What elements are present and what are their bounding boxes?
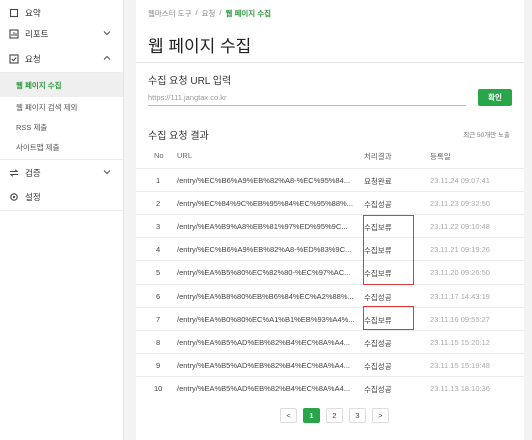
- chevron-down-icon: [103, 170, 111, 175]
- page-button-3[interactable]: 3: [349, 408, 366, 423]
- sidebar-item-label: 검증: [25, 168, 41, 178]
- report-icon: [8, 29, 19, 40]
- chevron-up-icon: [103, 55, 111, 60]
- sidebar-item-label: 리포트: [25, 29, 49, 39]
- row-date: 23.11.17 14:43:19: [430, 292, 490, 301]
- row-date: 23.11.15 15:19:48: [430, 361, 490, 370]
- column-header: No: [154, 151, 164, 160]
- sidebar: 요약 리포트 요청 웹 페이지 수집 웹 페이지 검색 제외 RSS 제출 사이…: [0, 0, 124, 440]
- row-number: 5: [156, 268, 161, 277]
- table-row: 1 /entry/%EC%B6%A9%EB%82%A8-%EC%95%84...…: [136, 168, 524, 191]
- sidebar-item-label: 요청: [25, 54, 41, 64]
- sidebar-item-verify[interactable]: 검증: [0, 160, 123, 186]
- row-url[interactable]: /entry/%EA%B5%AD%EB%82%B4%EC%8A%A4...: [177, 338, 355, 347]
- row-number: 3: [156, 222, 161, 231]
- sidebar-subitem-sitemap[interactable]: 사이트맵 제출: [0, 135, 123, 159]
- sidebar-item-request[interactable]: 요청: [0, 46, 123, 72]
- row-date: 23.11.24 09:07:41: [430, 176, 490, 185]
- row-number: 6: [156, 292, 161, 301]
- column-header: 등록일: [430, 152, 451, 161]
- table-row: 5 /entry/%EA%B5%80%EC%82%80-%EC%97%AC...…: [136, 260, 524, 283]
- row-number: 8: [156, 338, 161, 347]
- row-date: 23.11.15 15:20:12: [430, 338, 490, 347]
- row-number: 4: [156, 245, 161, 254]
- table-row: 7 /entry/%EA%B0%80%EC%A1%B1%EB%93%A4%...…: [136, 307, 524, 330]
- confirm-button[interactable]: 확인: [478, 89, 512, 106]
- row-date: 23.11.23 09:32:50: [430, 199, 490, 208]
- table-row: 10 /entry/%EA%B5%AD%EB%82%B4%EC%8A%A4...…: [136, 376, 524, 399]
- row-status: 수집성공: [364, 200, 392, 209]
- breadcrumb: 웹마스터 도구 / 요청 / 웹 페이지 수집: [148, 8, 271, 19]
- row-url[interactable]: /entry/%EA%B5%AD%EB%82%B4%EC%8A%A4...: [177, 361, 355, 370]
- row-date: 23.11.21 09:19:26: [430, 245, 490, 254]
- highlight-box: [363, 306, 414, 330]
- verify-icon: [8, 168, 19, 179]
- results-note: 최근 50개만 노출: [463, 132, 510, 139]
- column-header: 처리결과: [364, 152, 392, 161]
- row-status: 수집성공: [364, 293, 392, 302]
- results-title: 수집 요청 결과: [148, 131, 209, 142]
- highlight-box: [363, 215, 414, 285]
- table-header: No URL 처리결과 등록일: [136, 148, 524, 166]
- page-button-2[interactable]: 2: [326, 408, 343, 423]
- table-row: 6 /entry/%EA%B8%80%EB%B6%84%EC%A2%88%...…: [136, 284, 524, 307]
- sidebar-item-settings[interactable]: 설정: [0, 184, 123, 210]
- row-status: 수집성공: [364, 339, 392, 348]
- row-number: 2: [156, 199, 161, 208]
- breadcrumb-separator: /: [195, 8, 198, 17]
- row-status: 요청완료: [364, 177, 392, 186]
- breadcrumb-item[interactable]: 웹마스터 도구: [148, 8, 191, 19]
- row-url[interactable]: /entry/%EA%B8%80%EB%B6%84%EC%A2%88%...: [177, 292, 355, 301]
- row-url[interactable]: /entry/%EA%B9%A8%EB%81%97%ED%95%9C...: [177, 222, 355, 231]
- prev-page-button[interactable]: <: [280, 408, 297, 423]
- page-button-1[interactable]: 1: [303, 408, 320, 423]
- sidebar-item-report[interactable]: 리포트: [0, 21, 123, 47]
- row-number: 7: [156, 315, 161, 324]
- row-number: 10: [154, 384, 163, 393]
- row-status: 수집성공: [364, 385, 392, 394]
- row-url[interactable]: /entry/%EC%84%9C%EB%95%84%EC%95%88%...: [177, 199, 355, 208]
- gear-icon: [8, 192, 19, 203]
- chevron-down-icon: [103, 31, 111, 36]
- row-url[interactable]: /entry/%EC%B6%A9%EB%82%A8-%ED%83%9C...: [177, 245, 355, 254]
- page-title: 웹 페이지 수집: [148, 37, 252, 56]
- breadcrumb-separator: /: [219, 8, 222, 17]
- table-row: 2 /entry/%EC%84%9C%EB%95%84%EC%95%88%...…: [136, 191, 524, 214]
- home-icon: [8, 8, 19, 19]
- row-date: 23.11.20 09:26:50: [430, 268, 490, 277]
- table-row: 8 /entry/%EA%B5%AD%EB%82%B4%EC%8A%A4... …: [136, 330, 524, 353]
- row-url[interactable]: /entry/%EA%B0%80%EC%A1%B1%EB%93%A4%...: [177, 315, 355, 324]
- row-date: 23.11.16 09:55:27: [430, 315, 490, 324]
- main-panel: 웹마스터 도구 / 요청 / 웹 페이지 수집 웹 페이지 수집 수집 요청 U…: [136, 0, 524, 440]
- column-header: URL: [177, 151, 193, 160]
- row-date: 23.11.13 18:10:36: [430, 384, 490, 393]
- divider: [136, 62, 524, 63]
- sidebar-item-label: 설정: [25, 192, 41, 202]
- row-number: 9: [156, 361, 161, 370]
- divider: [0, 210, 123, 211]
- sidebar-subitem-page-collect[interactable]: 웹 페이지 수집: [0, 73, 123, 97]
- sidebar-item-label: 요약: [25, 8, 41, 18]
- pagination: < 1 2 3 >: [280, 408, 389, 423]
- row-date: 23.11.22 09:10:48: [430, 222, 490, 231]
- breadcrumb-current: 웹 페이지 수집: [225, 9, 272, 18]
- next-page-button[interactable]: >: [372, 408, 389, 423]
- row-number: 1: [156, 176, 161, 185]
- breadcrumb-item[interactable]: 요청: [202, 8, 216, 19]
- row-url[interactable]: /entry/%EA%B5%80%EC%82%80-%EC%97%AC...: [177, 268, 355, 277]
- table-row: 9 /entry/%EA%B5%AD%EB%82%B4%EC%8A%A4... …: [136, 353, 524, 376]
- row-url[interactable]: /entry/%EA%B5%AD%EB%82%B4%EC%8A%A4...: [177, 384, 355, 393]
- table-row: 4 /entry/%EC%B6%A9%EB%82%A8-%ED%83%9C...…: [136, 237, 524, 260]
- request-icon: [8, 54, 19, 65]
- row-url[interactable]: /entry/%EC%B6%A9%EB%82%A8-%EC%95%84...: [177, 176, 355, 185]
- table-row: 3 /entry/%EA%B9%A8%EB%81%97%ED%95%9C... …: [136, 214, 524, 237]
- row-status: 수집성공: [364, 362, 392, 371]
- url-input-label: 수집 요청 URL 입력: [148, 76, 232, 87]
- url-input[interactable]: [148, 90, 466, 106]
